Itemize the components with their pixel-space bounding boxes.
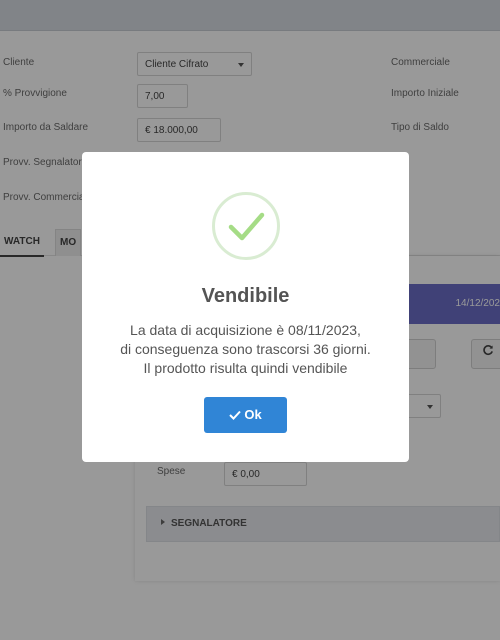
ok-button-label: Ok — [244, 407, 262, 422]
success-dialog: Vendibile La data di acquisizione è 08/1… — [82, 152, 409, 462]
dialog-message: La data di acquisizione è 08/11/2023, di… — [82, 321, 409, 378]
dialog-message-line: La data di acquisizione è 08/11/2023, — [130, 322, 361, 338]
dialog-message-line: di conseguenza sono trascorsi 36 giorni. — [120, 341, 371, 357]
success-icon — [212, 192, 280, 260]
dialog-title: Vendibile — [201, 285, 290, 307]
check-icon — [229, 410, 242, 420]
dialog-message-line: Il prodotto risulta quindi vendibile — [143, 360, 348, 376]
checkmark-icon — [228, 212, 265, 241]
ok-button[interactable]: Ok — [204, 397, 287, 433]
